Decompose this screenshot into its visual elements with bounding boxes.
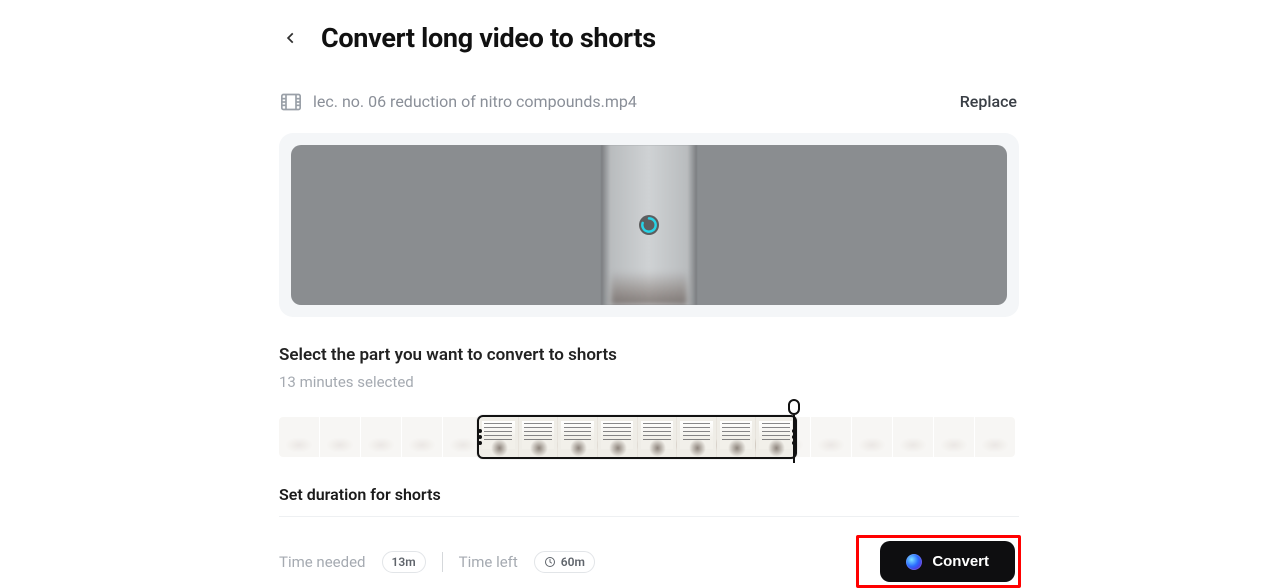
timeline[interactable] bbox=[279, 405, 1015, 465]
timeline-selection-box[interactable] bbox=[477, 415, 797, 459]
time-left-value: 60m bbox=[561, 555, 585, 569]
chevron-left-icon bbox=[284, 31, 298, 45]
playhead-handle[interactable] bbox=[788, 399, 800, 415]
time-left-label: Time left bbox=[459, 553, 518, 571]
convert-button-label: Convert bbox=[932, 553, 989, 570]
replace-button[interactable]: Replace bbox=[960, 92, 1017, 111]
page-header: Convert long video to shorts bbox=[279, 22, 1019, 54]
footer-bar: Time needed 13m Time left 60m Convert bbox=[279, 537, 1019, 586]
timeline-dim-right bbox=[795, 417, 1015, 457]
selection-duration-label: 13 minutes selected bbox=[279, 373, 1019, 391]
convert-button[interactable]: Convert bbox=[880, 541, 1015, 582]
sparkle-orb-icon bbox=[906, 554, 922, 570]
set-duration-heading: Set duration for shorts bbox=[279, 485, 1019, 504]
time-needed-label: Time needed bbox=[279, 553, 366, 571]
select-part-heading: Select the part you want to convert to s… bbox=[279, 345, 1019, 365]
divider bbox=[279, 516, 1019, 517]
time-left-pill: 60m bbox=[534, 551, 595, 573]
clock-icon bbox=[544, 556, 556, 568]
loading-spinner-icon bbox=[634, 210, 664, 240]
timeline-dim-left bbox=[279, 417, 479, 457]
video-preview-container bbox=[279, 133, 1019, 317]
film-icon bbox=[281, 93, 301, 111]
selection-handle-left[interactable] bbox=[478, 429, 482, 445]
page-title: Convert long video to shorts bbox=[321, 22, 656, 54]
divider-vertical bbox=[442, 552, 443, 572]
file-name: lec. no. 06 reduction of nitro compounds… bbox=[313, 92, 637, 111]
file-bar: lec. no. 06 reduction of nitro compounds… bbox=[279, 92, 1019, 111]
video-preview[interactable] bbox=[291, 145, 1007, 305]
time-needed-value: 13m bbox=[382, 551, 426, 573]
back-button[interactable] bbox=[279, 26, 303, 50]
